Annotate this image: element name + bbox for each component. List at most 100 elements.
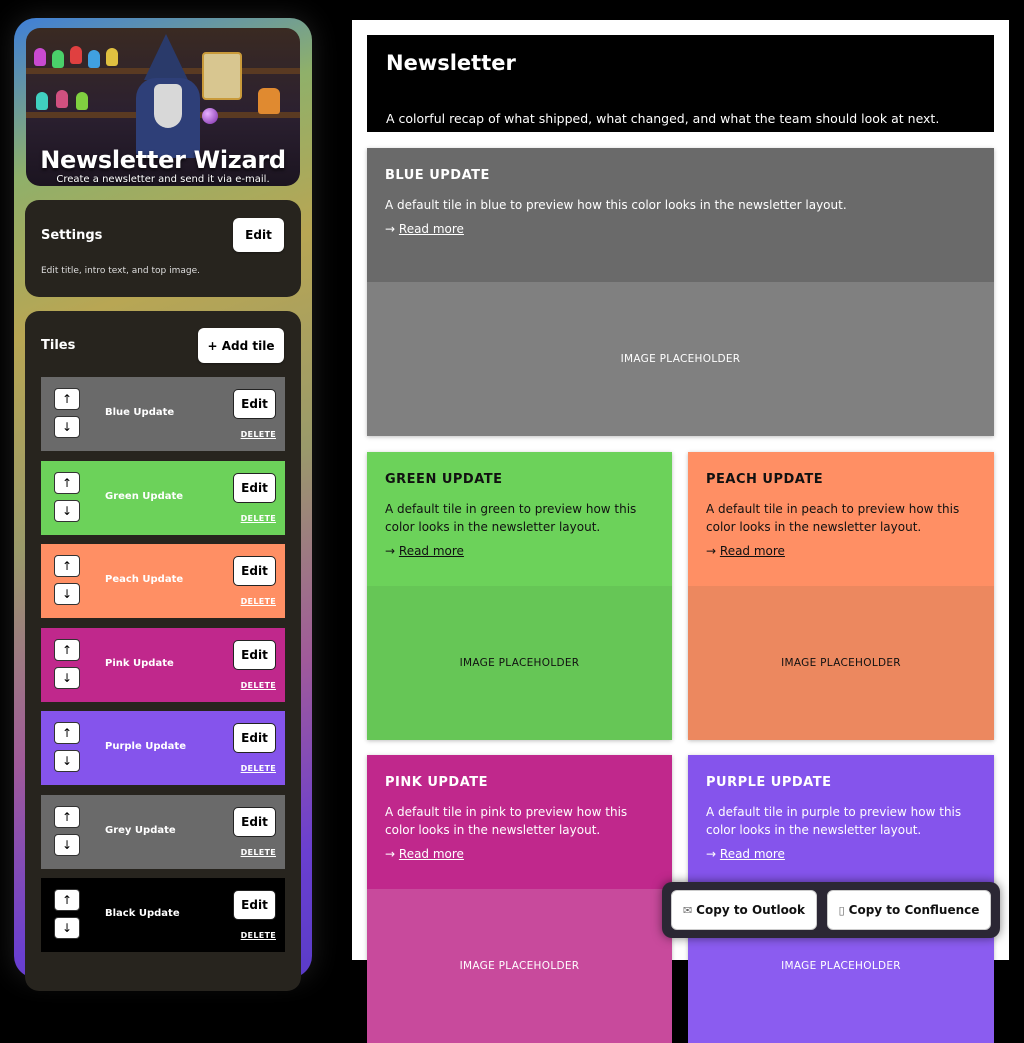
card-title: PEACH UPDATE (706, 472, 824, 487)
tiles-panel: Tiles + Add tile ↑ ↓ Blue Update Edit DELETE… (25, 311, 301, 991)
newsletter-preview: Newsletter A colorful recap of what ship… (352, 20, 1009, 1043)
app-subtitle: Create a newsletter and send it via e-ma… (56, 174, 270, 185)
potion-icon (56, 90, 68, 108)
potion-icon (106, 48, 118, 66)
image-placeholder-label: IMAGE PLACEHOLDER (781, 657, 901, 669)
wizard-beard-icon (154, 84, 182, 128)
arrow-right-icon: → (706, 544, 717, 558)
read-more[interactable]: → Read more (706, 544, 785, 558)
move-down-button[interactable]: ↓ (54, 416, 80, 438)
newsletter-header: Newsletter A colorful recap of what ship… (367, 35, 994, 132)
settings-edit-button[interactable]: Edit (233, 218, 284, 252)
move-up-button[interactable]: ↑ (54, 388, 80, 410)
read-more-link[interactable]: Read more (720, 847, 785, 861)
tile-edit-button[interactable]: Edit (233, 472, 276, 503)
move-down-button[interactable]: ↓ (54, 917, 80, 939)
move-up-button[interactable]: ↑ (54, 471, 80, 494)
newsletter-intro: A colorful recap of what shipped, what c… (386, 111, 940, 126)
orb-icon (202, 108, 218, 124)
tile-row: ↑ ↓ Black Update Edit DELETE (41, 878, 285, 952)
arrow-right-icon: → (385, 847, 396, 861)
image-placeholder-label: IMAGE PLACEHOLDER (781, 960, 901, 972)
potion-icon (34, 48, 46, 66)
tile-delete-link[interactable]: DELETE (241, 764, 276, 773)
image-placeholder-label: IMAGE PLACEHOLDER (459, 657, 580, 669)
add-tile-button[interactable]: + Add tile (198, 328, 284, 363)
tile-name: Peach Update (105, 574, 184, 585)
tile-row: ↑ ↓ Peach Update Edit DELETE (41, 544, 285, 618)
tile-delete-link[interactable]: DELETE (241, 681, 276, 690)
tile-delete-link[interactable]: DELETE (241, 848, 276, 857)
tiles-title: Tiles (41, 338, 76, 353)
card-title: PURPLE UPDATE (706, 775, 832, 790)
card-title: BLUE UPDATE (385, 168, 490, 183)
read-more[interactable]: → Read more (385, 222, 464, 236)
tile-name: Grey Update (105, 824, 176, 836)
app-title: Newsletter Wizard (40, 146, 286, 174)
move-down-button[interactable]: ↓ (54, 750, 80, 772)
move-up-button[interactable]: ↑ (54, 555, 80, 577)
potion-icon (52, 50, 64, 68)
tile-edit-button[interactable]: Edit (233, 556, 276, 586)
tile-delete-link[interactable]: DELETE (241, 430, 276, 439)
card-description: A default tile in green to preview how t… (385, 502, 637, 534)
tile-name: Black Update (105, 908, 180, 919)
move-down-button[interactable]: ↓ (54, 833, 80, 856)
read-more-link[interactable]: Read more (399, 544, 464, 558)
image-placeholder: IMAGE PLACEHOLDER (367, 889, 672, 1043)
tile-edit-button[interactable]: Edit (233, 806, 276, 837)
potion-icon (76, 92, 88, 110)
scroll-icon (202, 52, 242, 100)
read-more[interactable]: → Read more (385, 847, 464, 861)
move-up-button[interactable]: ↑ (54, 638, 80, 661)
copy-to-confluence-button[interactable]: ▯ Copy to Confluence (827, 890, 991, 930)
newsletter-card: BLUE UPDATE A default tile in blue to pre… (367, 148, 994, 436)
move-up-button[interactable]: ↑ (54, 722, 80, 744)
tile-delete-link[interactable]: DELETE (241, 514, 276, 523)
tile-name: Green Update (105, 490, 184, 502)
envelope-icon: ✉ (682, 903, 693, 917)
image-placeholder: IMAGE PLACEHOLDER (688, 586, 994, 740)
settings-title: Settings (41, 228, 103, 243)
tile-delete-link[interactable]: DELETE (241, 931, 276, 940)
potion-icon (36, 92, 48, 110)
tile-row: ↑ ↓ Green Update Edit DELETE (41, 460, 285, 535)
tile-edit-button[interactable]: Edit (233, 890, 276, 920)
read-more-link[interactable]: Read more (399, 847, 464, 861)
copy-action-bar: ✉ Copy to Outlook ▯ Copy to Confluence (662, 882, 1000, 938)
settings-note: Edit title, intro text, and top image. (41, 266, 200, 276)
potion-icon (88, 50, 100, 68)
tile-name: Blue Update (105, 407, 175, 418)
tile-edit-button[interactable]: Edit (233, 639, 276, 670)
potion-icon (70, 46, 82, 64)
read-more[interactable]: → Read more (706, 847, 785, 861)
image-placeholder-label: IMAGE PLACEHOLDER (459, 960, 580, 972)
tile-delete-link[interactable]: DELETE (241, 597, 276, 606)
sidebar: Newsletter Wizard Create a newsletter an… (14, 18, 312, 991)
copy-to-outlook-label: Copy to Outlook (696, 903, 806, 917)
tile-row: ↑ ↓ Purple Update Edit DELETE (41, 711, 285, 785)
card-description: A default tile in pink to preview how th… (385, 805, 628, 837)
move-up-button[interactable]: ↑ (54, 805, 80, 828)
read-more[interactable]: → Read more (385, 544, 464, 558)
move-up-button[interactable]: ↑ (54, 889, 80, 911)
move-down-button[interactable]: ↓ (54, 583, 80, 605)
newsletter-card: PEACH UPDATE A default tile in peach to p… (688, 452, 994, 740)
card-description: A default tile in purple to preview how … (706, 805, 962, 837)
read-more-link[interactable]: Read more (399, 222, 464, 236)
settings-panel: Settings Edit Edit title, intro text, an… (25, 200, 301, 297)
arrow-right-icon: → (385, 222, 396, 236)
image-placeholder: IMAGE PLACEHOLDER (367, 586, 672, 740)
tile-edit-button[interactable]: Edit (233, 723, 276, 753)
card-description: A default tile in peach to preview how t… (706, 502, 960, 534)
tile-name: Pink Update (105, 657, 174, 669)
move-down-button[interactable]: ↓ (54, 666, 80, 689)
move-down-button[interactable]: ↓ (54, 499, 80, 522)
tile-edit-button[interactable]: Edit (233, 389, 276, 419)
copy-to-outlook-button[interactable]: ✉ Copy to Outlook (671, 890, 817, 930)
read-more-link[interactable]: Read more (720, 544, 785, 558)
newsletter-card: PINK UPDATE A default tile in pink to pre… (367, 755, 672, 1043)
tile-name: Purple Update (105, 741, 186, 752)
card-title: GREEN UPDATE (385, 472, 503, 487)
tile-row: ↑ ↓ Pink Update Edit DELETE (41, 627, 285, 702)
